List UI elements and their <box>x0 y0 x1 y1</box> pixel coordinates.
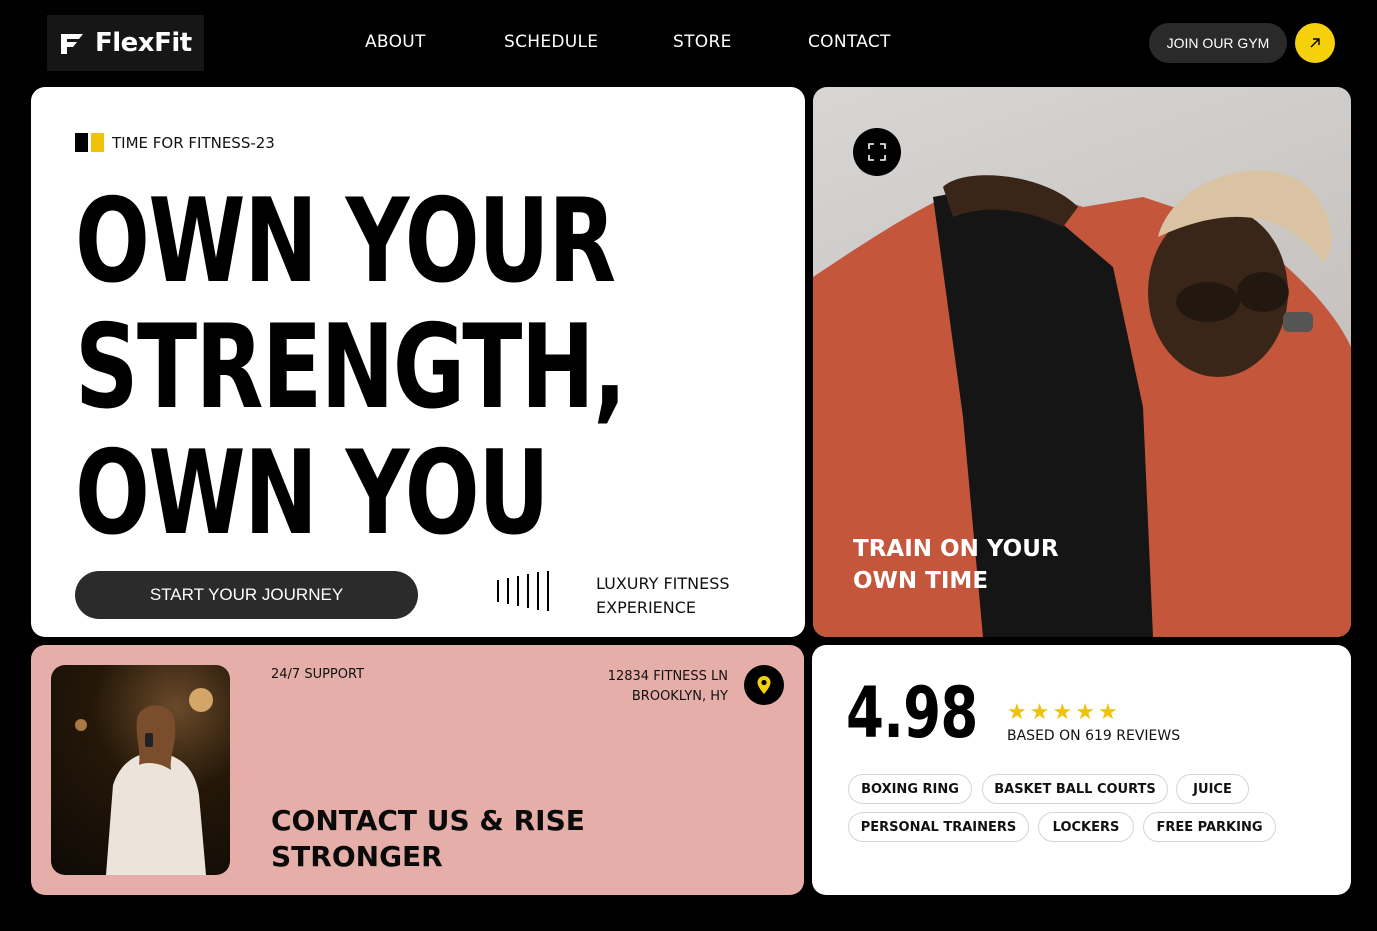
rating-score: 4.98 <box>846 672 978 754</box>
luxury-experience-text: LUXURY FITNESS EXPERIENCE <box>596 574 730 617</box>
join-gym-button[interactable]: JOIN OUR GYM <box>1149 23 1287 63</box>
map-pin-icon <box>757 676 771 694</box>
contact-title: CONTACT US & RISE STRONGER <box>271 804 585 873</box>
join-arrow-button[interactable] <box>1295 23 1335 63</box>
trainer-photo-card[interactable]: TRAIN ON YOUR OWN TIME <box>813 87 1351 637</box>
headline-line-2: STRENGTH, <box>75 300 627 435</box>
contact-photo <box>51 665 230 875</box>
hero-headline: OWN YOUR STRENGTH, OWN YOU <box>75 179 715 557</box>
amenity-chip[interactable]: FREE PARKING <box>1143 812 1276 842</box>
equalizer-bars-icon <box>497 571 549 611</box>
star-rating: ★ ★ ★ ★ ★ <box>1007 702 1118 724</box>
amenity-chip[interactable]: LOCKERS <box>1038 812 1134 842</box>
woman-on-phone-photo <box>75 688 213 875</box>
headline-line-3: OWN YOU <box>75 426 550 561</box>
star-icon: ★ <box>1075 700 1095 725</box>
star-icon: ★ <box>1007 700 1027 725</box>
amenity-chip[interactable]: BOXING RING <box>848 774 972 804</box>
start-journey-button[interactable]: START YOUR JOURNEY <box>75 571 418 619</box>
amenity-chip[interactable]: BASKET BALL COURTS <box>982 774 1168 804</box>
expand-icon <box>868 143 886 161</box>
amenity-chip[interactable]: PERSONAL TRAINERS <box>848 812 1029 842</box>
support-label: 24/7 SUPPORT <box>271 667 365 682</box>
nav-about[interactable]: ABOUT <box>365 32 426 52</box>
amenity-chip[interactable]: JUICE <box>1176 774 1249 804</box>
rating-card: 4.98 ★ ★ ★ ★ ★ BASED ON 619 REVIEWS BOXI… <box>812 645 1351 895</box>
tag-marks-icon <box>75 133 104 152</box>
hero-tag: TIME FOR FITNESS-23 <box>75 133 275 152</box>
gym-address: 12834 FITNESS LN BROOKLYN, HY <box>607 669 728 704</box>
hero-card: TIME FOR FITNESS-23 OWN YOUR STRENGTH, O… <box>31 87 805 637</box>
star-icon: ★ <box>1097 700 1118 725</box>
nav-store[interactable]: STORE <box>673 32 732 52</box>
expand-button[interactable] <box>853 128 901 176</box>
review-count: BASED ON 619 REVIEWS <box>1007 728 1181 744</box>
arrow-up-right-icon <box>1310 38 1320 48</box>
headline-line-1: OWN YOUR <box>75 174 616 309</box>
star-icon: ★ <box>1029 700 1050 725</box>
location-button[interactable] <box>744 665 784 705</box>
nav-schedule[interactable]: SCHEDULE <box>504 32 598 52</box>
contact-card: 24/7 SUPPORT 12834 FITNESS LN BROOKLYN, … <box>31 645 804 895</box>
photo-caption: TRAIN ON YOUR OWN TIME <box>853 536 1059 594</box>
hero-tag-text: TIME FOR FITNESS-23 <box>112 133 275 152</box>
star-icon: ★ <box>1052 700 1073 725</box>
nav-contact[interactable]: CONTACT <box>808 32 891 52</box>
